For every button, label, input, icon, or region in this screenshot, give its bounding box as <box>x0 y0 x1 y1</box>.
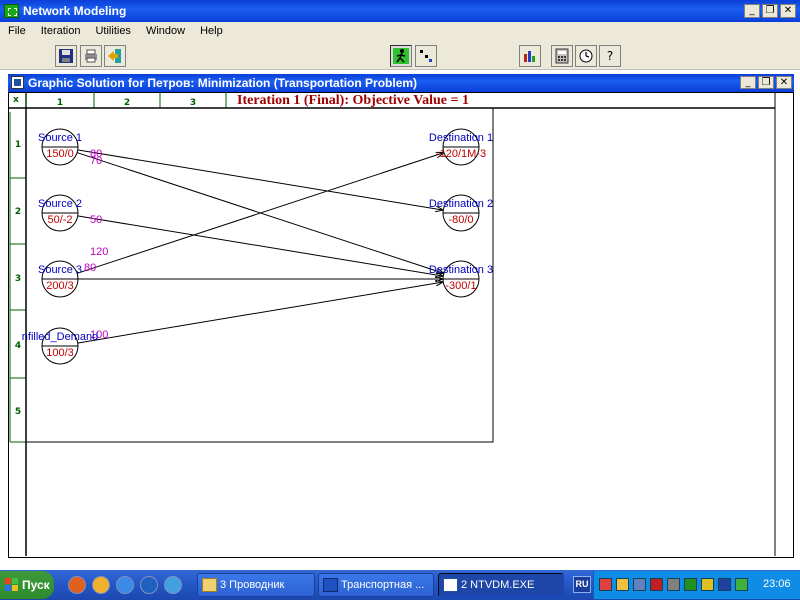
tray-media-icon[interactable] <box>718 578 731 591</box>
tray-gpu-icon[interactable] <box>735 578 748 591</box>
flow-arcs: 80705012080100 <box>75 148 444 344</box>
flow-label: 50 <box>90 214 102 226</box>
row-header-1: 1 <box>15 140 21 150</box>
source-node-name: Source 1 <box>38 132 82 144</box>
source-node-value: 100/3 <box>46 347 74 359</box>
task-word-label: Транспортная ... <box>341 579 425 591</box>
source-node[interactable]: nfilled_Demand 100/3 <box>22 327 98 365</box>
network-icon[interactable] <box>164 576 182 594</box>
source-node[interactable]: Source 3 200/3 <box>38 260 82 298</box>
language-indicator[interactable]: RU <box>573 576 591 593</box>
col-header-3: 3 <box>190 98 196 108</box>
tray-network-icon[interactable] <box>684 578 697 591</box>
row-header-4: 4 <box>15 341 21 351</box>
network-diagram: 1 2 3 1 2 3 4 5 80705012080100 Source 11… <box>9 92 776 556</box>
col-header-2: 2 <box>124 98 130 108</box>
row-header-2: 2 <box>15 207 21 217</box>
browser-icon[interactable] <box>68 576 86 594</box>
source-node-name: Source 3 <box>38 264 82 276</box>
tray-sync-icon[interactable] <box>633 578 646 591</box>
flow-arc <box>75 282 443 344</box>
flow-arc <box>75 149 443 210</box>
start-button[interactable]: Пуск <box>0 571 54 599</box>
flow-label: 120 <box>90 246 108 258</box>
destination-node-name: Destination 2 <box>429 198 493 210</box>
task-explorer[interactable]: 3 Проводник <box>197 573 315 597</box>
row-header-3: 3 <box>15 274 21 284</box>
source-node-value: 150/0 <box>46 148 74 160</box>
tray-shield-icon[interactable] <box>650 578 663 591</box>
start-label: Пуск <box>22 578 50 592</box>
source-node[interactable]: Source 1 150/0 <box>38 128 82 166</box>
destination-node-name: Destination 3 <box>429 264 493 276</box>
flow-arc <box>75 153 444 275</box>
iteration-title: Iteration 1 (Final): Objective Value = 1 <box>237 93 469 108</box>
dos-window-icon <box>443 578 458 592</box>
quick-launch <box>68 576 182 594</box>
flow-label: 80 <box>84 262 96 274</box>
ftp-icon[interactable] <box>92 576 110 594</box>
taskbar: Пуск 3 Проводник Транспортная ... 2 NTVD… <box>0 570 800 600</box>
sheet-grid <box>9 92 776 556</box>
task-ntvdm[interactable]: 2 NTVDM.EXE <box>438 573 564 597</box>
ie-icon[interactable] <box>116 576 134 594</box>
row-header-5: 5 <box>15 407 21 417</box>
flow-arc <box>75 151 444 273</box>
flow-label: 70 <box>90 155 102 167</box>
task-word-document[interactable]: Транспортная ... <box>318 573 434 597</box>
destination-node[interactable]: Destination 1 -120/1M-3 <box>429 128 493 166</box>
folder-icon <box>202 578 217 592</box>
clock: 23:06 <box>763 578 791 590</box>
source-node-value: 50/-2 <box>47 214 72 226</box>
windows-flag-icon <box>5 578 19 592</box>
col-header-1: 1 <box>57 98 63 108</box>
destination-node-value: -120/1M-3 <box>436 148 486 160</box>
media-player-icon[interactable] <box>140 576 158 594</box>
destination-node-value: -80/0 <box>448 214 473 226</box>
task-explorer-label: 3 Проводник <box>220 579 285 591</box>
source-node-name: nfilled_Demand <box>22 331 98 343</box>
source-node-name: Source 2 <box>38 198 82 210</box>
tray-warning-icon[interactable] <box>616 578 629 591</box>
tray-cd-icon[interactable] <box>667 578 680 591</box>
tray-security-icon[interactable] <box>701 578 714 591</box>
flow-arc <box>75 215 443 276</box>
destination-node-value: -300/1 <box>445 280 476 292</box>
source-node-value: 200/3 <box>46 280 74 292</box>
tray-app-icon[interactable] <box>599 578 612 591</box>
source-node[interactable]: Source 2 50/-2 <box>38 194 82 232</box>
destination-node[interactable]: Destination 2 -80/0 <box>429 194 493 232</box>
word-icon <box>323 578 338 592</box>
task-ntvdm-label: 2 NTVDM.EXE <box>461 579 535 591</box>
destination-node-name: Destination 1 <box>429 132 493 144</box>
